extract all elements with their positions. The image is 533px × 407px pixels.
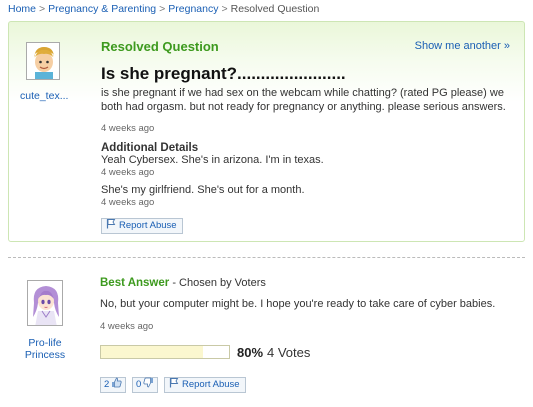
additional-detail-timestamp: 4 weeks ago bbox=[101, 197, 155, 208]
vote-progress-bar bbox=[100, 345, 230, 359]
answer-body: No, but your computer might be. I hope y… bbox=[100, 298, 496, 310]
thumbs-down-button[interactable]: 0 bbox=[132, 377, 159, 393]
answer-report-abuse-button[interactable]: Report Abuse bbox=[164, 377, 246, 393]
breadcrumb-separator: > bbox=[159, 3, 166, 15]
vote-progress-fill bbox=[101, 346, 204, 358]
breadcrumb-separator: > bbox=[39, 3, 46, 15]
report-abuse-label: Report Abuse bbox=[182, 379, 240, 390]
chosen-by-label: - Chosen by Voters bbox=[172, 277, 266, 289]
thumbs-down-icon bbox=[143, 377, 154, 393]
question-title: Is she pregnant?....................... bbox=[101, 64, 346, 83]
asker-avatar[interactable] bbox=[26, 42, 60, 80]
answerer-avatar[interactable] bbox=[27, 280, 63, 326]
thumbs-up-button[interactable]: 2 bbox=[100, 377, 127, 393]
additional-detail-text: Yeah Cybersex. She's in arizona. I'm in … bbox=[101, 154, 324, 166]
best-answer-header: Best Answer - Chosen by Voters bbox=[100, 277, 266, 289]
asker-name-link[interactable]: cute_tex... bbox=[20, 90, 80, 102]
question-panel: cute_tex... Resolved Question Show me an… bbox=[8, 21, 525, 242]
vote-percent: 80% bbox=[237, 345, 264, 360]
question-report-abuse-button[interactable]: Report Abuse bbox=[101, 218, 183, 234]
report-abuse-label: Report Abuse bbox=[119, 220, 177, 231]
additional-detail-text: She's my girlfriend. She's out for a mon… bbox=[101, 184, 305, 196]
vote-count: 4 Votes bbox=[267, 345, 311, 360]
breadcrumb-pregnancy-parenting-link[interactable]: Pregnancy & Parenting bbox=[48, 3, 156, 15]
flag-icon bbox=[106, 218, 116, 234]
answer-timestamp: 4 weeks ago bbox=[100, 321, 154, 332]
thumbs-up-icon bbox=[111, 377, 122, 393]
additional-details-heading: Additional Details bbox=[101, 142, 199, 154]
best-answer-label: Best Answer bbox=[100, 277, 170, 289]
breadcrumb-pregnancy-link[interactable]: Pregnancy bbox=[168, 3, 218, 15]
question-status: Resolved Question bbox=[101, 39, 219, 54]
question-body: is she pregnant if we had sex on the web… bbox=[101, 87, 506, 113]
show-another-link[interactable]: Show me another » bbox=[415, 40, 510, 52]
breadcrumb-current: Resolved Question bbox=[230, 3, 320, 15]
thumbs-up-count: 2 bbox=[104, 379, 110, 390]
thumbs-down-count: 0 bbox=[136, 379, 142, 390]
answerer-name-link[interactable]: Pro-life Princess bbox=[16, 337, 74, 361]
breadcrumb: Home > Pregnancy & Parenting > Pregnancy > Res… bbox=[8, 3, 319, 15]
breadcrumb-home-link[interactable]: Home bbox=[8, 3, 36, 15]
additional-detail-timestamp: 4 weeks ago bbox=[101, 167, 155, 178]
flag-icon bbox=[169, 377, 179, 393]
breadcrumb-separator: > bbox=[221, 3, 228, 15]
question-timestamp: 4 weeks ago bbox=[101, 123, 155, 134]
section-divider bbox=[8, 257, 525, 258]
